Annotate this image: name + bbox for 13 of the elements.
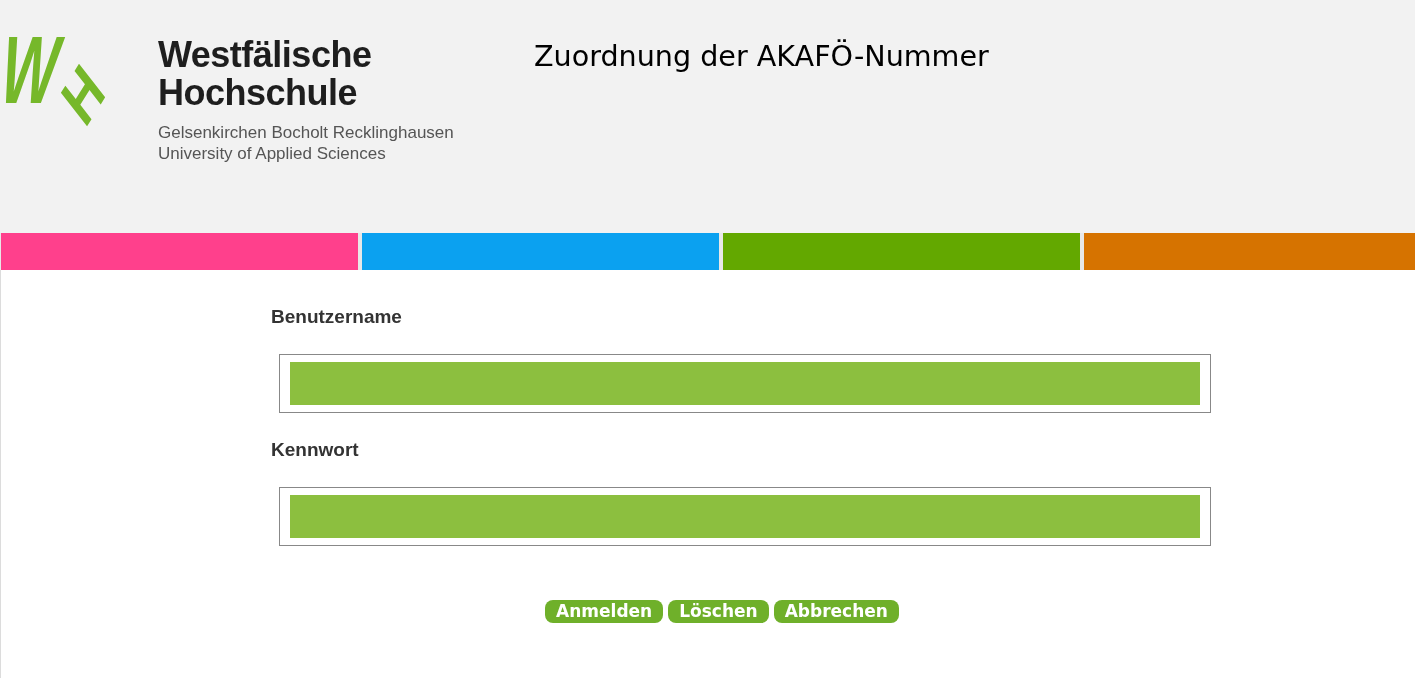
- logo-name: Westfälische: [158, 36, 373, 74]
- input-field[interactable]: [279, 487, 1211, 546]
- form-button[interactable]: Abbrechen: [773, 600, 899, 623]
- logo-letter: W: [0, 22, 63, 118]
- field-label: Benutzername: [271, 306, 402, 328]
- logo-name: Hochschule: [158, 74, 359, 112]
- form-button[interactable]: Löschen: [668, 600, 769, 623]
- field-label: Kennwort: [271, 439, 359, 461]
- logo-subtitle: University of Applied Sciences: [158, 143, 387, 164]
- page-title: Zuordnung der AKAFÖ-Nummer: [534, 38, 989, 74]
- logo-subtitle: Gelsenkirchen Bocholt Recklinghausen: [158, 122, 454, 143]
- form-button[interactable]: Anmelden: [545, 600, 664, 623]
- input-field[interactable]: [279, 354, 1211, 413]
